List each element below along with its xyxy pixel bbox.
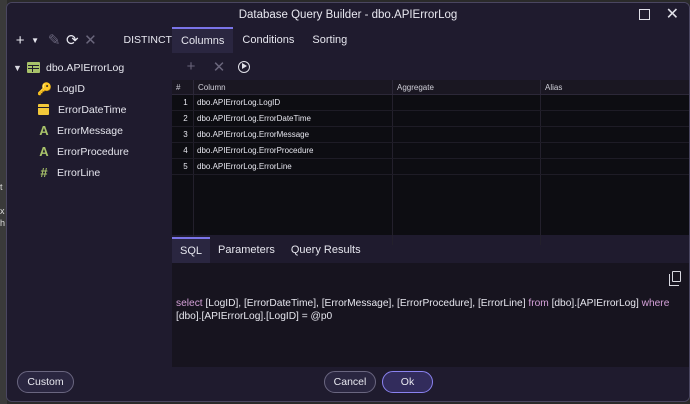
copy-icon[interactable] bbox=[669, 271, 681, 286]
columns-toolbar: + ▼ ✎ ⟳ ✕ DISTINCT bbox=[7, 27, 172, 53]
table-row[interactable]: 1 dbo.APIErrorLog.LogID bbox=[172, 95, 689, 111]
cell-aggregate[interactable] bbox=[393, 127, 541, 142]
cell-column[interactable]: dbo.APIErrorLog.ErrorMessage bbox=[194, 127, 393, 142]
tab-sorting[interactable]: Sorting bbox=[303, 27, 356, 53]
grid-toolbar: + ✕ bbox=[172, 53, 689, 80]
tree-field-label: ErrorLine bbox=[57, 166, 101, 179]
cell-alias[interactable] bbox=[541, 127, 689, 142]
tree-field-errorline[interactable]: # ErrorLine bbox=[7, 162, 172, 183]
tree-field-errordatetime[interactable]: ErrorDateTime bbox=[7, 99, 172, 120]
hash-icon: # bbox=[40, 165, 48, 180]
close-icon[interactable]: ✕ bbox=[666, 7, 679, 23]
header-aggregate[interactable]: Aggregate bbox=[393, 80, 541, 94]
tab-query-results[interactable]: Query Results bbox=[283, 237, 369, 263]
tree-field-errormessage[interactable]: A ErrorMessage bbox=[7, 120, 172, 141]
header-column[interactable]: Column bbox=[194, 80, 393, 94]
sql-keyword: where bbox=[641, 298, 670, 309]
title-bar: Database Query Builder - dbo.APIErrorLog… bbox=[7, 3, 689, 27]
edit-icon[interactable]: ✎ bbox=[47, 31, 61, 49]
left-panel: + ▼ ✎ ⟳ ✕ DISTINCT ▼ dbo.APIErrorLog 🔑 L… bbox=[7, 27, 172, 367]
background-glyph: x bbox=[0, 206, 5, 216]
table-row[interactable]: 5 dbo.APIErrorLog.ErrorLine bbox=[172, 159, 689, 175]
tab-columns[interactable]: Columns bbox=[172, 27, 234, 53]
tree-field-logid[interactable]: 🔑 LogID bbox=[7, 78, 172, 99]
query-builder-dialog: Database Query Builder - dbo.APIErrorLog… bbox=[6, 2, 690, 402]
columns-grid: # Column Aggregate Alias 1 dbo.APIErrorL… bbox=[172, 80, 689, 245]
row-number: 1 bbox=[172, 95, 194, 110]
sql-text[interactable]: select [LogID], [ErrorDateTime], [ErrorM… bbox=[176, 297, 681, 323]
tree-table-label: dbo.APIErrorLog bbox=[46, 61, 125, 74]
distinct-toggle[interactable]: DISTINCT bbox=[124, 34, 172, 46]
calendar-icon bbox=[38, 104, 49, 115]
table-row[interactable]: 4 dbo.APIErrorLog.ErrorProcedure bbox=[172, 143, 689, 159]
sql-fragment: [dbo].[APIErrorLog].[LogID] = @p0 bbox=[176, 311, 333, 322]
cell-aggregate[interactable] bbox=[393, 95, 541, 110]
table-tree: ▼ dbo.APIErrorLog 🔑 LogID ErrorDateTime … bbox=[7, 57, 172, 183]
tree-field-label: ErrorMessage bbox=[57, 124, 123, 137]
tab-conditions[interactable]: Conditions bbox=[233, 27, 303, 53]
cell-alias[interactable] bbox=[541, 95, 689, 110]
remove-row-icon[interactable]: ✕ bbox=[210, 58, 228, 76]
row-number: 2 bbox=[172, 111, 194, 126]
window-title: Database Query Builder - dbo.APIErrorLog bbox=[238, 9, 458, 21]
grid-header: # Column Aggregate Alias bbox=[172, 80, 689, 95]
bottom-tabs: SQL Parameters Query Results bbox=[172, 237, 369, 263]
tree-field-errorprocedure[interactable]: A ErrorProcedure bbox=[7, 141, 172, 162]
tab-sql[interactable]: SQL bbox=[172, 237, 211, 263]
background-glyph: h bbox=[0, 218, 6, 228]
cell-aggregate[interactable] bbox=[393, 143, 541, 158]
cell-column[interactable]: dbo.APIErrorLog.ErrorDateTime bbox=[194, 111, 393, 126]
row-number: 5 bbox=[172, 159, 194, 174]
cell-alias[interactable] bbox=[541, 159, 689, 174]
table-row[interactable]: 2 dbo.APIErrorLog.ErrorDateTime bbox=[172, 111, 689, 127]
refresh-icon[interactable]: ⟳ bbox=[65, 31, 79, 49]
cell-alias[interactable] bbox=[541, 143, 689, 158]
cell-aggregate[interactable] bbox=[393, 159, 541, 174]
delete-icon[interactable]: ✕ bbox=[83, 31, 97, 49]
sql-fragment: [dbo].[APIErrorLog] bbox=[548, 298, 642, 309]
top-tabs: Columns Conditions Sorting bbox=[172, 27, 356, 53]
text-a-icon: A bbox=[39, 123, 49, 138]
table-icon bbox=[27, 62, 40, 73]
tree-field-label: LogID bbox=[57, 82, 86, 95]
custom-button[interactable]: Custom bbox=[17, 371, 74, 393]
cell-column[interactable]: dbo.APIErrorLog.LogID bbox=[194, 95, 393, 110]
grid-empty-area[interactable] bbox=[172, 175, 689, 245]
cell-alias[interactable] bbox=[541, 111, 689, 126]
add-row-icon[interactable]: + bbox=[182, 58, 200, 75]
maximize-icon[interactable] bbox=[638, 9, 650, 20]
background-glyph: t bbox=[0, 182, 3, 192]
sql-panel: select [LogID], [ErrorDateTime], [ErrorM… bbox=[172, 263, 689, 367]
chevron-down-icon[interactable]: ▼ bbox=[13, 63, 27, 73]
row-number: 4 bbox=[172, 143, 194, 158]
cell-column[interactable]: dbo.APIErrorLog.ErrorProcedure bbox=[194, 143, 393, 158]
row-number: 3 bbox=[172, 127, 194, 142]
chevron-down-icon[interactable]: ▼ bbox=[31, 36, 39, 45]
tree-field-label: ErrorDateTime bbox=[58, 103, 127, 116]
cell-aggregate[interactable] bbox=[393, 111, 541, 126]
ok-button[interactable]: Ok bbox=[382, 371, 433, 393]
header-num: # bbox=[172, 80, 194, 94]
dialog-footer: Custom Cancel Ok bbox=[7, 367, 689, 401]
sql-keyword: select bbox=[176, 298, 203, 309]
tree-table-node[interactable]: ▼ dbo.APIErrorLog bbox=[7, 57, 172, 78]
sql-keyword: from bbox=[528, 298, 549, 309]
header-alias[interactable]: Alias bbox=[541, 80, 689, 94]
cancel-button[interactable]: Cancel bbox=[324, 371, 376, 393]
key-icon: 🔑 bbox=[37, 81, 52, 96]
tab-parameters[interactable]: Parameters bbox=[210, 237, 283, 263]
text-a-icon: A bbox=[39, 144, 49, 159]
sql-fragment: [LogID], [ErrorDateTime], [ErrorMessage]… bbox=[202, 298, 529, 309]
tree-field-label: ErrorProcedure bbox=[57, 145, 129, 158]
run-query-icon[interactable] bbox=[238, 60, 250, 73]
cell-column[interactable]: dbo.APIErrorLog.ErrorLine bbox=[194, 159, 393, 174]
table-row[interactable]: 3 dbo.APIErrorLog.ErrorMessage bbox=[172, 127, 689, 143]
add-icon[interactable]: + bbox=[13, 32, 27, 49]
